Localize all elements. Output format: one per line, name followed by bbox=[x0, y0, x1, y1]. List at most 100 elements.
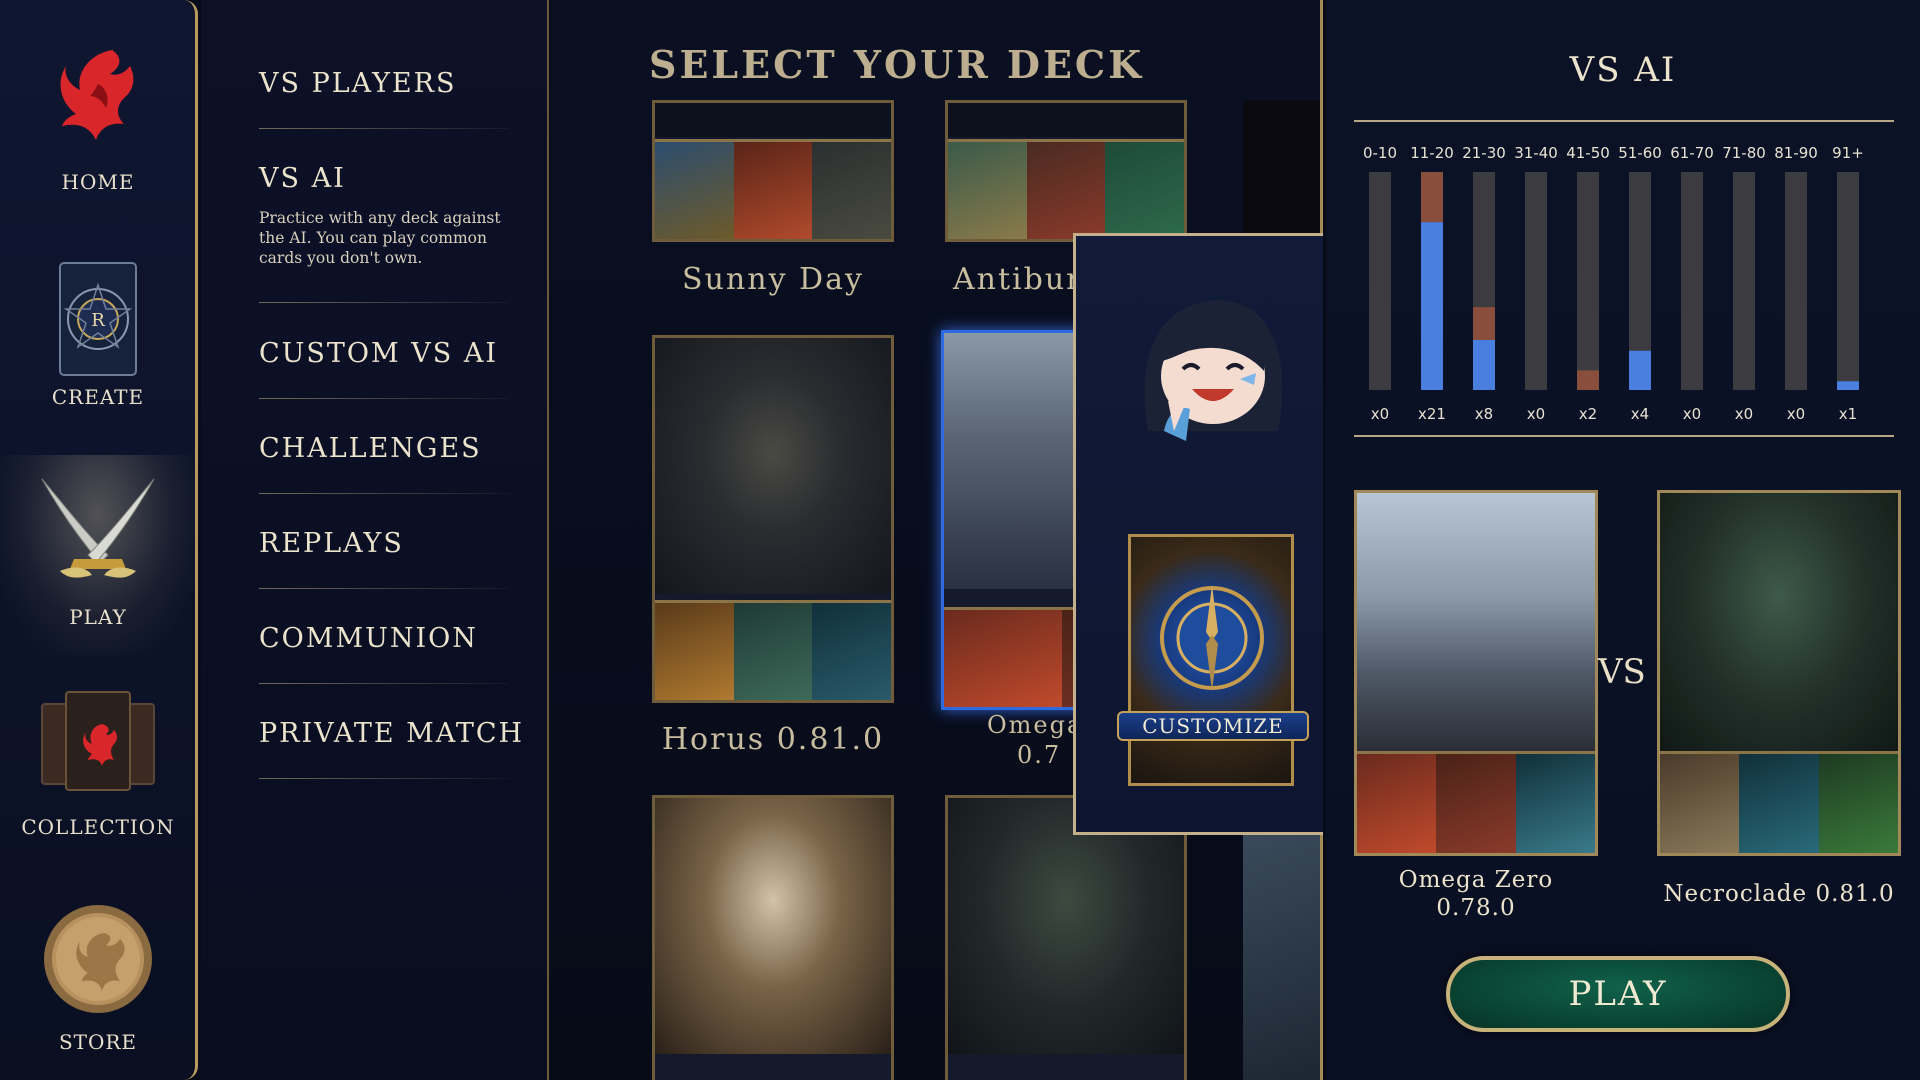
chart-bar bbox=[1421, 172, 1443, 223]
nav-collection-label: COLLECTION bbox=[21, 815, 175, 839]
chart-count-label: x4 bbox=[1631, 405, 1649, 423]
player-deck-card[interactable] bbox=[1354, 490, 1598, 856]
player-deck-name: Omega Zero 0.78.0 bbox=[1346, 866, 1606, 922]
deck-card[interactable] bbox=[652, 795, 894, 1080]
chart-count-label: x1 bbox=[1839, 405, 1857, 423]
deck-card-thumb bbox=[1515, 754, 1595, 853]
mode-challenges[interactable]: CHALLENGES bbox=[259, 433, 519, 464]
deck-card-thumb bbox=[733, 603, 813, 700]
deck-card-thumb bbox=[812, 142, 891, 239]
deck-card-thumb bbox=[1105, 142, 1184, 239]
mode-private-match[interactable]: PRIVATE MATCH bbox=[259, 718, 525, 749]
chart-range-label: 91+ bbox=[1832, 144, 1864, 162]
nav-home-label: HOME bbox=[61, 170, 135, 194]
deck-card-strip bbox=[655, 139, 891, 239]
deck-card-thumb bbox=[1357, 754, 1437, 853]
chart-count-label: x0 bbox=[1371, 405, 1389, 423]
deck-card-horus[interactable] bbox=[652, 335, 894, 703]
svg-text:R: R bbox=[91, 310, 105, 331]
chart-bar bbox=[1473, 339, 1495, 390]
chart-count-label: x0 bbox=[1787, 405, 1805, 423]
chart-bar bbox=[1421, 222, 1443, 390]
mode-communion[interactable]: COMMUNION bbox=[259, 623, 519, 654]
deck-card[interactable] bbox=[945, 795, 1187, 1080]
chart-bottom-rule bbox=[1354, 435, 1894, 437]
chart-bar-track bbox=[1525, 172, 1547, 390]
chart-bar bbox=[1629, 350, 1651, 390]
opponent-deck-art bbox=[1660, 493, 1898, 751]
deck-card-thumb bbox=[944, 610, 1062, 707]
opponent-deck-card[interactable] bbox=[1657, 490, 1901, 856]
mode-separator bbox=[259, 683, 509, 684]
level-distribution-chart: 0-10 x0 11-20 x21 21-30 x8 31-40 x0 41-50 x2 51-60… bbox=[1363, 144, 1864, 423]
nav-create[interactable]: R CREATE bbox=[0, 235, 196, 435]
player-deck-name-text: Omega Zero bbox=[1398, 867, 1554, 893]
chart-bar bbox=[1837, 381, 1859, 390]
chart-count-label: x0 bbox=[1527, 405, 1545, 423]
deck-card-antibur[interactable] bbox=[945, 100, 1187, 242]
gold-coin-icon bbox=[44, 905, 152, 1013]
chart-range-label: 61-70 bbox=[1670, 144, 1714, 162]
nav-home[interactable]: HOME bbox=[0, 20, 196, 220]
play-button[interactable]: PLAY bbox=[1446, 956, 1790, 1032]
chart-count-label: x8 bbox=[1475, 405, 1493, 423]
chart-range-label: 31-40 bbox=[1514, 144, 1558, 162]
chart-range-label: 0-10 bbox=[1363, 144, 1397, 162]
chart-count-label: x2 bbox=[1579, 405, 1597, 423]
mode-vs-players-label: VS PLAYERS bbox=[259, 68, 457, 99]
sigil-card-icon: R bbox=[59, 262, 137, 376]
main-nav: HOME R CREATE PLAY COLLECTION STORE bbox=[0, 0, 198, 1080]
mode-separator bbox=[259, 398, 509, 399]
chart-bar bbox=[1577, 370, 1599, 390]
vs-label: VS bbox=[1598, 652, 1646, 692]
customize-button[interactable]: CUSTOMIZE bbox=[1117, 711, 1309, 741]
mode-vs-ai[interactable]: VS AI Practice with any deck against the… bbox=[259, 163, 519, 268]
mode-separator bbox=[259, 128, 509, 129]
deck-art bbox=[948, 103, 1184, 137]
opponent-deck-strip bbox=[1660, 751, 1898, 853]
deck-card-thumb bbox=[1818, 754, 1898, 853]
nav-create-label: CREATE bbox=[51, 385, 145, 409]
deck-card-partial[interactable] bbox=[1243, 835, 1320, 1080]
deck-card-sunny-day[interactable] bbox=[652, 100, 894, 242]
mode-separator bbox=[259, 778, 509, 779]
deck-card-thumb bbox=[1436, 754, 1516, 853]
chart-range-label: 81-90 bbox=[1774, 144, 1818, 162]
nav-store-label: STORE bbox=[58, 1030, 138, 1054]
player-deck-art bbox=[1357, 493, 1595, 751]
chart-bar-track bbox=[1681, 172, 1703, 390]
chart-bar-track bbox=[1733, 172, 1755, 390]
deck-card-thumb bbox=[812, 603, 891, 700]
mode-challenges-label: CHALLENGES bbox=[259, 433, 482, 464]
mode-replays-label: REPLAYS bbox=[259, 528, 404, 559]
chart-bar bbox=[1473, 307, 1495, 340]
deck-card-thumb bbox=[1026, 142, 1106, 239]
mode-separator bbox=[259, 588, 509, 589]
chart-range-label: 41-50 bbox=[1566, 144, 1610, 162]
mode-vs-players[interactable]: VS PLAYERS bbox=[259, 68, 519, 99]
nav-store[interactable]: STORE bbox=[0, 885, 196, 1080]
mode-replays[interactable]: REPLAYS bbox=[259, 528, 519, 559]
compass-emblem-icon bbox=[1160, 585, 1264, 691]
mode-separator bbox=[259, 302, 509, 303]
play-mode-menu: VS PLAYERS VS AI Practice with any deck … bbox=[201, 0, 549, 1080]
chart-range-label: 21-30 bbox=[1462, 144, 1506, 162]
crossed-blades-icon bbox=[41, 478, 155, 578]
chart-bar-track bbox=[1369, 172, 1391, 390]
nav-play-label: PLAY bbox=[69, 605, 127, 629]
deck-card-partial[interactable] bbox=[1243, 100, 1320, 242]
mode-communion-label: COMMUNION bbox=[259, 623, 478, 654]
nav-collection[interactable]: COLLECTION bbox=[0, 670, 196, 870]
nav-play[interactable]: PLAY bbox=[0, 455, 196, 655]
mode-custom-vs-ai[interactable]: CUSTOM VS AI bbox=[259, 338, 519, 369]
vs-ai-panel: VS AI 0-10 x0 11-20 x21 21-30 x8 31-40 x0 41-50 x… bbox=[1326, 0, 1920, 1080]
chart-count-label: x0 bbox=[1683, 405, 1701, 423]
customize-card[interactable]: CUSTOMIZE bbox=[1117, 534, 1309, 786]
mode-private-match-label: PRIVATE MATCH bbox=[259, 718, 525, 749]
deck-card-strip bbox=[655, 600, 891, 700]
deck-card-thumb bbox=[1739, 754, 1819, 853]
mode-custom-vs-ai-label: CUSTOM VS AI bbox=[259, 338, 499, 369]
deck-art bbox=[655, 103, 891, 137]
chart-range-label: 71-80 bbox=[1722, 144, 1766, 162]
companion-popup: CUSTOMIZE bbox=[1073, 233, 1323, 835]
